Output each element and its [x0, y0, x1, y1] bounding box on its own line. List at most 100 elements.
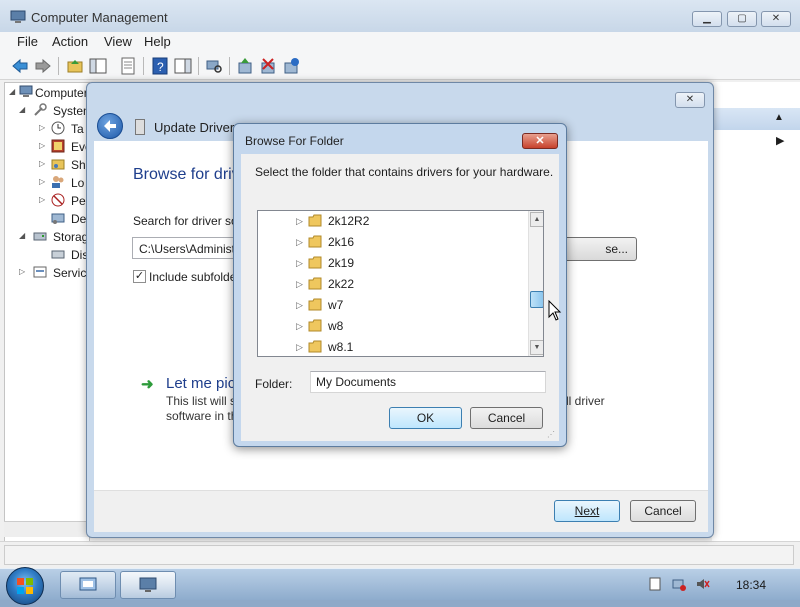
- system-tray: 18:34: [640, 569, 800, 601]
- browse-button[interactable]: se...: [559, 237, 637, 261]
- include-subfolders-checkbox[interactable]: ✓: [133, 270, 146, 283]
- folder-icon: [308, 256, 322, 269]
- uninstall-device-icon[interactable]: [259, 57, 277, 75]
- expand-arrow-icon[interactable]: ▷: [296, 342, 303, 353]
- enable-device-icon[interactable]: [282, 57, 300, 75]
- cursor-icon: [548, 300, 562, 321]
- status-bar: [0, 541, 800, 568]
- menu-bar: File Action View Help: [0, 32, 800, 52]
- expand-arrow-icon[interactable]: ▷: [296, 321, 303, 332]
- help-icon[interactable]: ?: [151, 57, 169, 75]
- folder-item[interactable]: ▷ 2k19: [258, 253, 526, 274]
- expand-arrow-icon[interactable]: ▷: [296, 300, 303, 311]
- toolbar: ?: [0, 52, 800, 80]
- wizard-cancel-button[interactable]: Cancel: [630, 500, 696, 522]
- tree-horizontal-scrollbar[interactable]: [4, 521, 90, 537]
- include-subfolders-label: Include subfolde: [149, 270, 237, 284]
- network-disconnected-icon[interactable]: [672, 577, 686, 591]
- show-hide-tree-icon[interactable]: [89, 57, 107, 75]
- svg-text:?: ?: [157, 60, 164, 74]
- expand-arrow-icon[interactable]: ▷: [296, 237, 303, 248]
- folder-tree-scrollbar[interactable]: ▲ ▼: [528, 211, 543, 356]
- folder-icon: [308, 235, 322, 248]
- pick-description-line2: software in th: [166, 409, 238, 423]
- menu-action[interactable]: Action: [52, 34, 88, 49]
- device-manager-icon: [51, 213, 65, 224]
- folder-item[interactable]: ▷ 2k16: [258, 232, 526, 253]
- minimize-button[interactable]: ▁: [692, 11, 722, 27]
- window-title: Computer Management: [31, 10, 168, 25]
- dialog-close-button[interactable]: ✕: [522, 133, 558, 149]
- computer-icon: [19, 85, 33, 97]
- folder-tree[interactable]: ▷ 2k12R2 ▷ 2k16 ▷ 2k19 ▷ 2k22 ▷ w7 ▷ w8 …: [257, 210, 544, 357]
- green-arrow-icon: ➜: [141, 376, 154, 393]
- menu-help[interactable]: Help: [144, 34, 171, 49]
- resize-grip-icon[interactable]: ⋰: [547, 430, 557, 440]
- forward-arrow-icon[interactable]: [34, 57, 52, 75]
- folder-item[interactable]: ▷ w8: [258, 316, 526, 337]
- taskbar-server-manager[interactable]: [60, 571, 116, 599]
- expand-arrow-icon[interactable]: ▷: [296, 216, 303, 227]
- disk-icon: [51, 250, 65, 259]
- menu-view[interactable]: View: [104, 34, 132, 49]
- dialog-title: Browse For Folder: [245, 134, 344, 148]
- show-action-pane-icon[interactable]: [174, 57, 192, 75]
- action-center-icon[interactable]: [648, 577, 662, 591]
- folder-item[interactable]: ▷ 2k22: [258, 274, 526, 295]
- folder-name-input[interactable]: My Documents: [310, 371, 546, 393]
- event-viewer-icon: [51, 139, 65, 153]
- cancel-button[interactable]: Cancel: [470, 407, 543, 429]
- computer-management-icon: [10, 10, 26, 23]
- back-button[interactable]: [97, 113, 123, 139]
- maximize-button[interactable]: ▢: [727, 11, 757, 27]
- title-bar: Computer Management ▁ ▢ ✕: [0, 0, 800, 32]
- dialog-client-area: Select the folder that contains drivers …: [241, 154, 559, 441]
- search-label: Search for driver so: [133, 214, 238, 228]
- close-button[interactable]: ✕: [761, 11, 791, 27]
- taskbar-clock[interactable]: 18:34: [736, 578, 766, 592]
- actions-pane: ▲ ▶: [712, 82, 800, 542]
- services-icon: [33, 266, 47, 278]
- start-button[interactable]: [6, 567, 44, 605]
- properties-icon[interactable]: [119, 57, 137, 75]
- taskbar: 18:34: [0, 567, 800, 605]
- back-arrow-icon: [104, 120, 116, 132]
- collapse-arrow-icon[interactable]: ▲: [774, 112, 784, 123]
- scroll-thumb[interactable]: [530, 291, 543, 308]
- browse-for-folder-dialog: Browse For Folder ✕ Select the folder th…: [233, 123, 567, 447]
- folder-icon: [308, 214, 322, 227]
- more-actions-arrow-icon[interactable]: ▶: [776, 134, 784, 147]
- windows-logo-icon: [17, 578, 33, 594]
- expand-arrow-icon[interactable]: ▷: [296, 279, 303, 290]
- folder-icon: [308, 340, 322, 353]
- taskbar-computer-management[interactable]: [120, 571, 176, 599]
- folder-icon: [308, 319, 322, 332]
- folder-icon: [308, 277, 322, 290]
- back-arrow-icon[interactable]: [11, 57, 29, 75]
- scan-hardware-icon[interactable]: [205, 57, 223, 75]
- folder-item[interactable]: ▷ 2k12R2: [258, 211, 526, 232]
- update-driver-icon[interactable]: [236, 57, 254, 75]
- server-manager-icon: [79, 577, 97, 591]
- wizard-close-button[interactable]: ✕: [675, 92, 705, 108]
- volume-muted-icon[interactable]: [696, 577, 710, 591]
- scroll-up-icon[interactable]: ▲: [530, 212, 543, 227]
- up-folder-icon[interactable]: [66, 57, 84, 75]
- shared-folder-icon: [51, 159, 65, 170]
- ok-button[interactable]: OK: [389, 407, 462, 429]
- computer-management-icon: [139, 577, 157, 592]
- menu-file[interactable]: File: [17, 34, 38, 49]
- tools-icon: [34, 103, 47, 116]
- next-button[interactable]: Next: [554, 500, 620, 522]
- expand-arrow-icon[interactable]: ▷: [296, 258, 303, 269]
- users-icon: [52, 176, 64, 188]
- pick-description-tail: ll driver: [566, 394, 605, 408]
- clock-icon: [51, 121, 65, 135]
- let-me-pick-link[interactable]: Let me pic: [166, 375, 235, 392]
- folder-item[interactable]: ▷ w8.1: [258, 337, 526, 356]
- folder-item[interactable]: ▷ w7: [258, 295, 526, 316]
- actions-header[interactable]: ▲: [712, 108, 800, 130]
- status-panel: [4, 545, 794, 565]
- folder-label: Folder:: [255, 377, 293, 391]
- scroll-down-icon[interactable]: ▼: [530, 340, 543, 355]
